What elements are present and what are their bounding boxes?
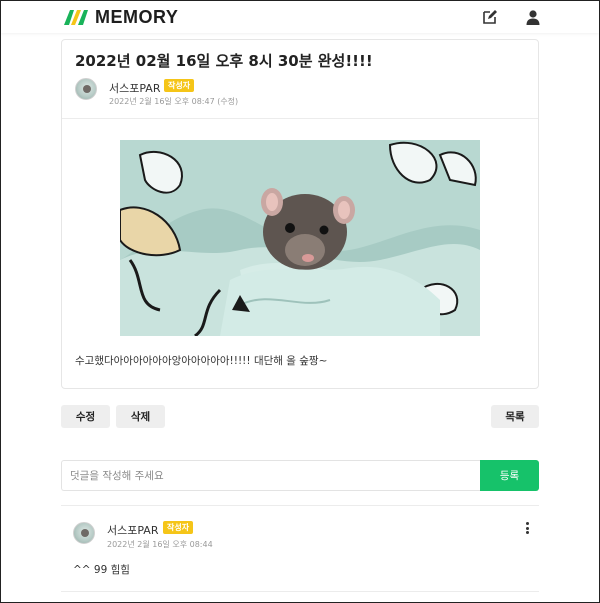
comment-author[interactable]: 서스포PAR — [107, 522, 158, 538]
comment-divider-bottom — [61, 591, 539, 592]
post-body: 수고했다아아아아아아앙아아아아아!!!!! 대단해 올 숲짱~ — [75, 355, 328, 367]
post-meta: 2022년 2월 16일 오후 08:47 (수정) — [109, 97, 239, 106]
logo-text: MEMORY — [95, 7, 179, 27]
comment-divider-top — [61, 505, 539, 506]
post-card: 2022년 02월 16일 오후 8시 30분 완성!!!! 서스포PAR 작성… — [61, 39, 539, 389]
delete-button[interactable]: 삭제 — [116, 405, 165, 428]
author-badge: 작성자 — [164, 79, 195, 92]
comment-time: 2022년 2월 16일 오후 08:44 — [107, 540, 213, 549]
comment-submit-button[interactable]: 등록 — [480, 460, 539, 491]
edit-icon[interactable] — [481, 8, 499, 26]
comment-author-badge: 작성자 — [163, 521, 194, 534]
logo-mark-icon — [64, 10, 88, 25]
list-button[interactable]: 목록 — [491, 405, 539, 428]
post-image — [120, 140, 480, 336]
edit-button[interactable]: 수정 — [61, 405, 110, 428]
post-title: 2022년 02월 16일 오후 8시 30분 완성!!!! — [75, 52, 373, 70]
card-divider — [62, 118, 538, 119]
top-header: MEMORY — [1, 1, 599, 33]
user-icon[interactable] — [524, 8, 542, 26]
comment-text: ^^ 99 힘힘 — [73, 564, 130, 576]
comment-input[interactable] — [61, 460, 480, 491]
logo[interactable]: MEMORY — [63, 7, 178, 27]
comment-avatar[interactable] — [73, 522, 95, 544]
more-options-icon[interactable] — [522, 520, 532, 536]
avatar[interactable] — [75, 78, 97, 100]
post-author[interactable]: 서스포PAR — [109, 80, 160, 96]
